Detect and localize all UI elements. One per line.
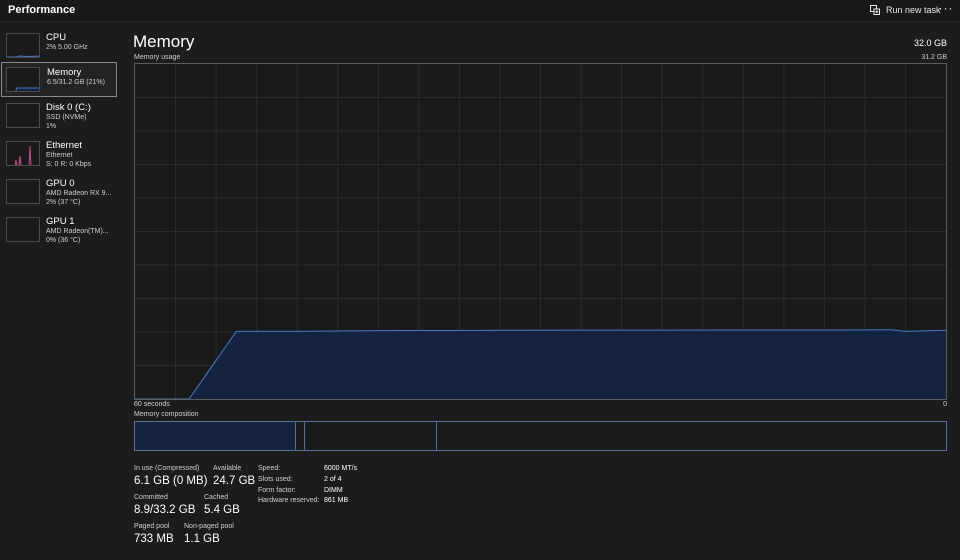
stat-value: 1.1 GB <box>184 533 220 545</box>
title-bar: Performance Run new task ··· <box>0 0 960 22</box>
sidebar-item-label: CPU <box>46 32 67 43</box>
spec-form-factor-label: Form factor: <box>258 487 296 494</box>
sidebar-item-detail: S: 0 R: 0 Kbps <box>46 161 92 168</box>
run-new-task-button[interactable]: Run new task <box>864 1 947 19</box>
memory-total: 32.0 GB <box>913 38 947 48</box>
sidebar-item-detail: AMD Radeon RX 9... <box>46 190 112 197</box>
x-axis-end-label: 0 <box>943 401 947 408</box>
sidebar-item-label: Disk 0 (C:) <box>46 102 91 113</box>
stat-value: 6.1 GB (0 MB) <box>134 475 208 487</box>
sidebar-item-label: Memory <box>47 67 82 78</box>
memory-usage-area <box>135 329 946 399</box>
sidebar-item-detail: 6.5/31.2 GB (21%) <box>47 79 105 86</box>
spec-slots-label: Slots used: <box>258 476 293 483</box>
cpu-thumbnail-graph <box>6 33 40 58</box>
stat-available: Available 24.7 GB <box>213 465 255 487</box>
composition-divider-standby <box>435 422 437 450</box>
stat-committed: Committed 8.9/33.2 GB <box>134 494 195 516</box>
stat-label: In use (Compressed) <box>134 465 200 472</box>
sidebar-item-detail: SSD (NVMe) <box>46 114 87 121</box>
disk-thumbnail-graph <box>6 103 40 128</box>
sidebar-item-gpu-0[interactable]: GPU 0 AMD Radeon RX 9... 2% (37 °C) <box>1 174 117 209</box>
spec-form-factor-value: DIMM <box>324 487 343 494</box>
memory-composition-bar <box>134 421 947 451</box>
sidebar-item-detail: 0% (36 °C) <box>46 237 81 244</box>
stat-value: 733 MB <box>134 533 174 545</box>
stat-paged-pool: Paged pool 733 MB <box>134 523 174 545</box>
ethernet-thumbnail-graph <box>6 141 40 166</box>
stat-value: 24.7 GB <box>213 475 256 487</box>
page-title: Performance <box>8 4 76 16</box>
spec-hardware-reserved-label: Hardware reserved: <box>258 497 320 504</box>
stat-value: 8.9/33.2 GB <box>134 504 196 516</box>
stat-label: Available <box>213 465 242 472</box>
stat-label: Non-paged pool <box>184 523 234 530</box>
memory-usage-graph <box>134 63 947 400</box>
memory-thumbnail-graph <box>6 67 40 92</box>
sidebar-item-label: GPU 1 <box>46 216 75 227</box>
stat-non-paged-pool: Non-paged pool 1.1 GB <box>184 523 234 545</box>
gpu0-thumbnail-graph <box>6 179 40 204</box>
spec-speed-label: Speed: <box>258 465 281 472</box>
sidebar-item-label: GPU 0 <box>46 178 75 189</box>
sidebar-item-detail: 1% <box>46 123 57 130</box>
sidebar-item-cpu[interactable]: CPU 2% 5.00 GHz <box>1 28 117 63</box>
run-new-task-label: Run new task <box>886 5 941 15</box>
sidebar: CPU 2% 5.00 GHz Memory 6.5/31.2 GB (21%)… <box>0 22 124 560</box>
stat-label: Paged pool <box>134 523 170 530</box>
composition-in-use-segment <box>135 422 295 450</box>
stat-cached: Cached 5.4 GB <box>204 494 240 516</box>
spec-speed-value: 6000 MT/s <box>324 465 358 472</box>
stat-label: Committed <box>134 494 168 501</box>
gpu1-thumbnail-graph <box>6 217 40 242</box>
sidebar-item-gpu-1[interactable]: GPU 1 AMD Radeon(TM)... 0% (36 °C) <box>1 212 117 247</box>
stat-in-use: In use (Compressed) 6.1 GB (0 MB) <box>134 465 208 487</box>
panel-title: Memory <box>133 32 195 51</box>
memory-usage-label: Memory usage <box>134 54 181 61</box>
sidebar-item-memory[interactable]: Memory 6.5/31.2 GB (21%) <box>1 62 117 97</box>
sidebar-item-detail: Ethernet <box>46 152 73 159</box>
run-task-icon <box>870 5 880 15</box>
stat-label: Cached <box>204 494 229 501</box>
memory-usage-chart <box>135 64 947 400</box>
sidebar-item-label: Ethernet <box>46 140 82 151</box>
spec-hardware-reserved-value: 861 MB <box>324 497 349 504</box>
stat-value: 5.4 GB <box>204 504 240 516</box>
composition-divider-in-use <box>294 422 296 450</box>
more-options-button[interactable]: ··· <box>936 2 956 18</box>
sidebar-item-detail: AMD Radeon(TM)... <box>46 228 109 235</box>
memory-composition-label: Memory composition <box>134 411 199 418</box>
sidebar-item-ethernet[interactable]: Ethernet Ethernet S: 0 R: 0 Kbps <box>1 136 117 171</box>
memory-usage-max: 31.2 GB <box>921 54 947 61</box>
sidebar-item-disk-0[interactable]: Disk 0 (C:) SSD (NVMe) 1% <box>1 98 117 133</box>
sidebar-item-detail: 2% (37 °C) <box>46 199 81 206</box>
memory-panel: Memory 32.0 GB Memory usage 31.2 GB 60 s… <box>124 22 960 560</box>
composition-divider-modified <box>303 422 305 450</box>
spec-slots-value: 2 of 4 <box>324 476 342 483</box>
x-axis-start-label: 60 seconds <box>134 401 170 408</box>
sidebar-item-detail: 2% 5.00 GHz <box>46 44 88 51</box>
